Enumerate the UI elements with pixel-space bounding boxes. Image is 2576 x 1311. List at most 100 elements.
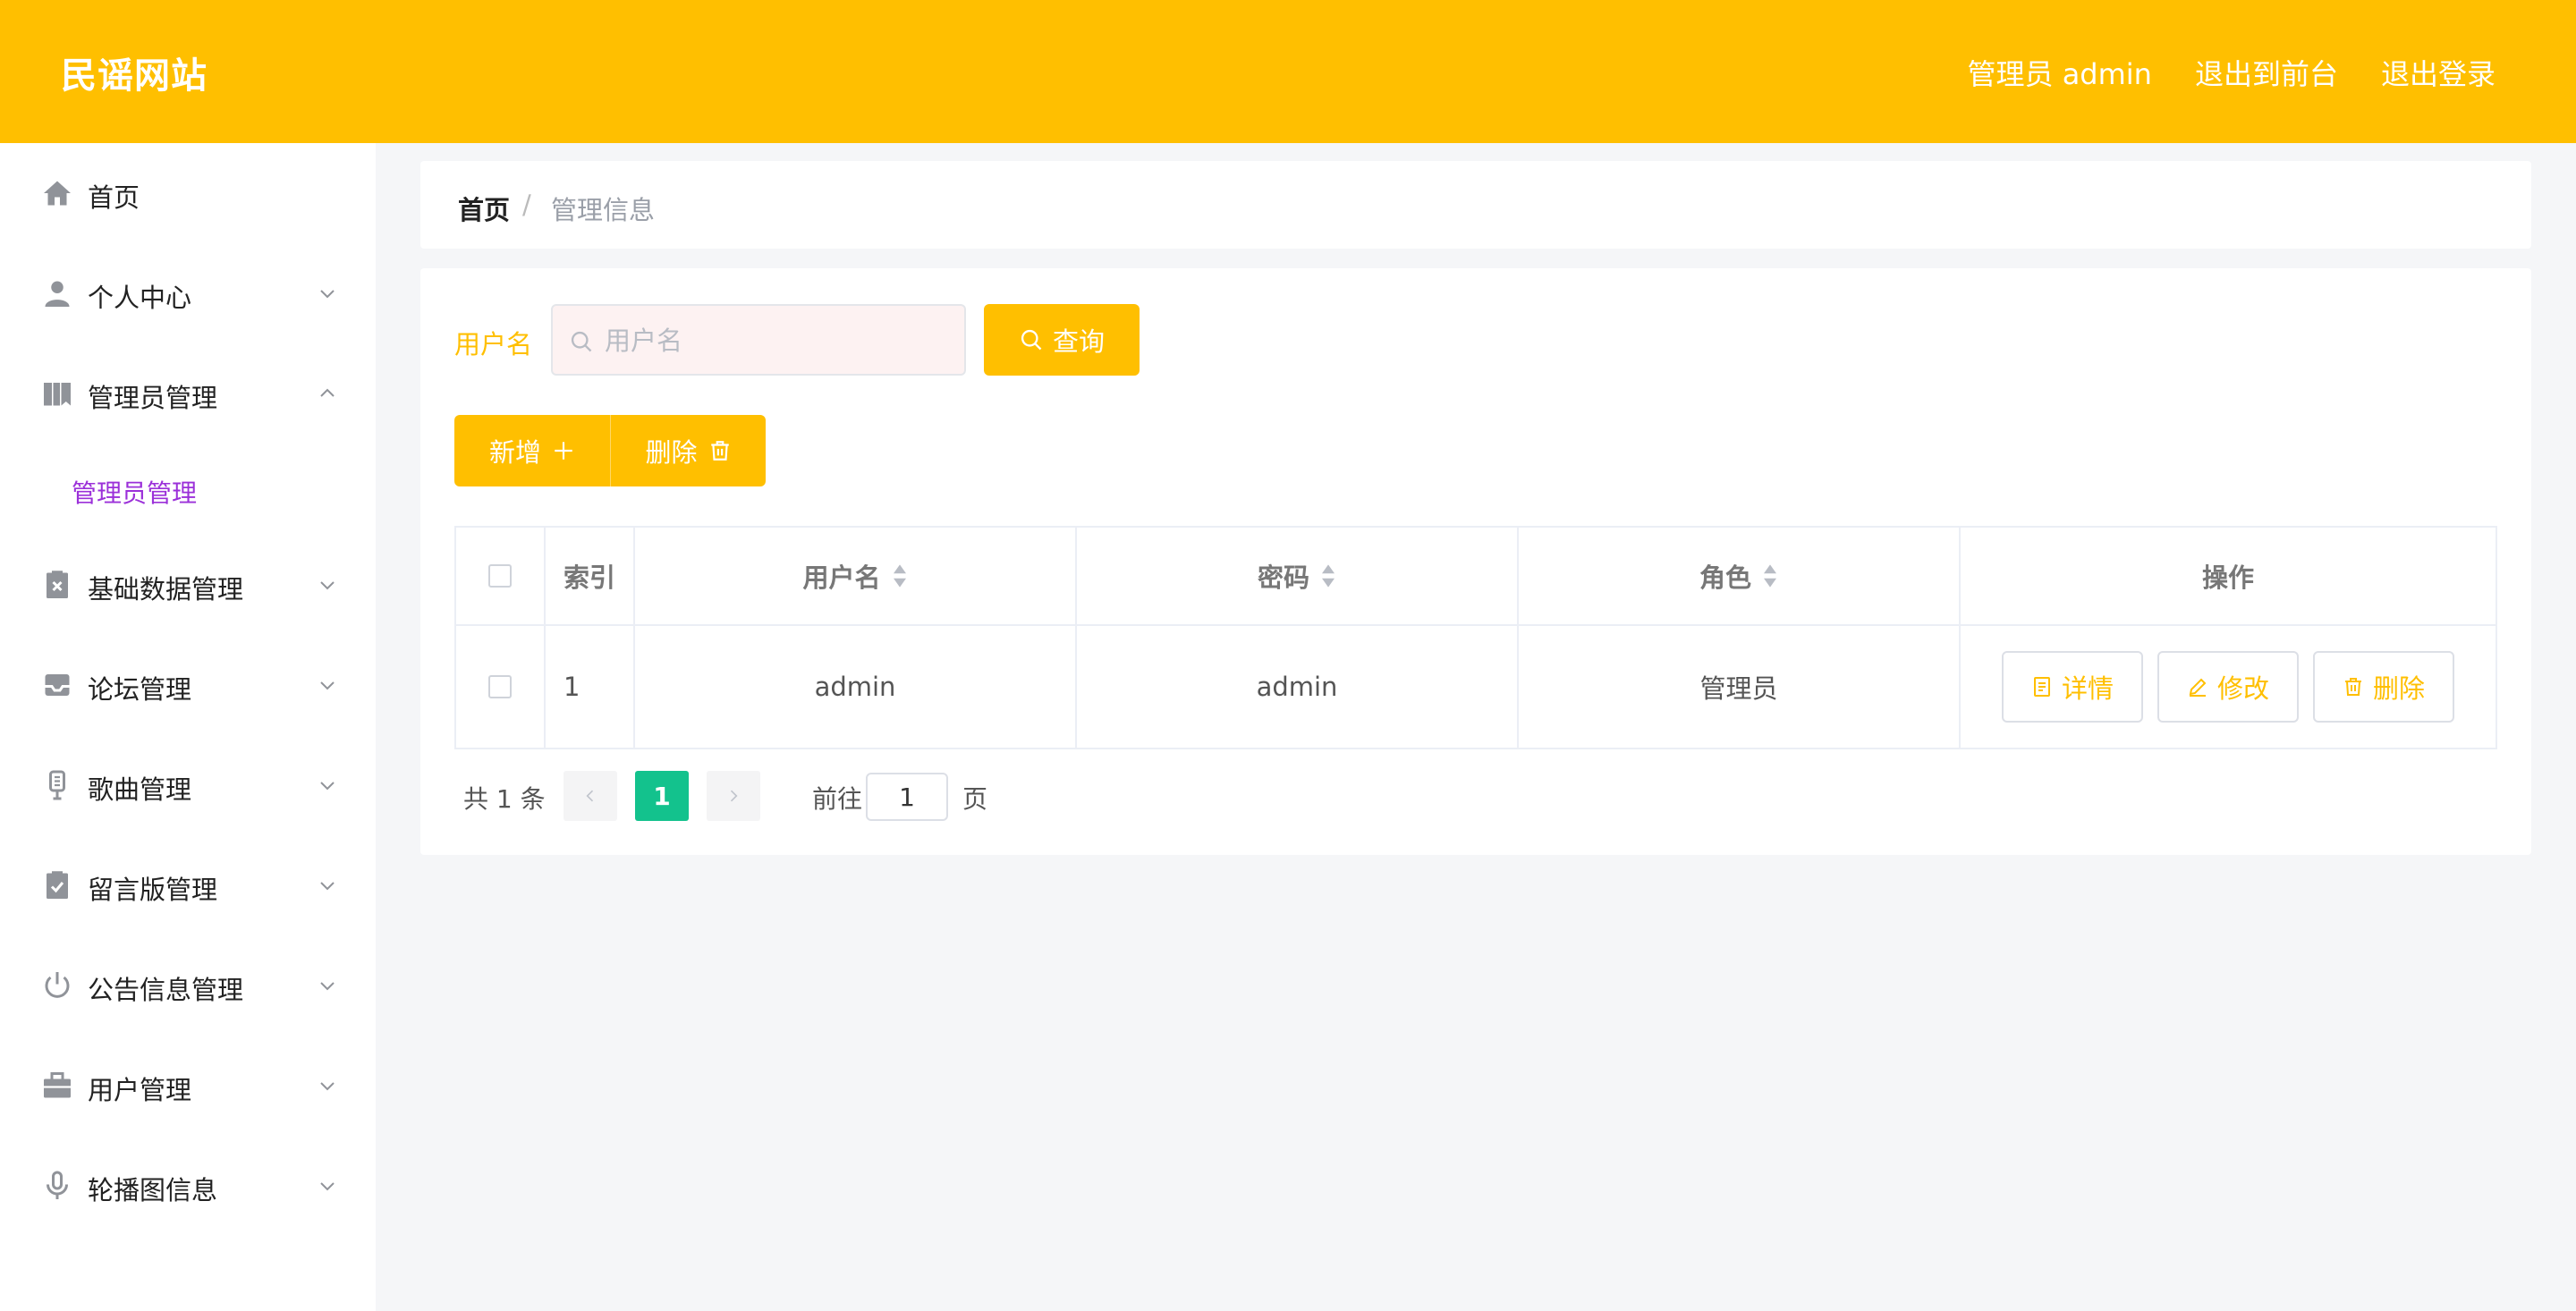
delete-button-label: 删除 — [645, 437, 698, 468]
sidebar-item-guestbook-management[interactable]: 留言版管理 — [0, 850, 376, 921]
chevron-right-icon — [730, 790, 738, 802]
add-button-label: 新增 — [488, 437, 541, 468]
add-button[interactable]: 新增 — [454, 415, 610, 486]
page-number-1[interactable]: 1 — [635, 771, 689, 821]
sidebar-item-label: 轮播图信息 — [88, 1175, 218, 1205]
column-label: 索引 — [564, 562, 616, 593]
sidebar-item-admin-management[interactable]: 管理员管理 — [0, 358, 376, 429]
exit-to-frontend-link[interactable]: 退出到前台 — [2195, 52, 2338, 93]
cell-username: admin — [635, 626, 1077, 748]
inbox-icon — [45, 674, 70, 696]
clipboard-x-icon — [47, 571, 68, 598]
next-page-button[interactable] — [707, 771, 760, 821]
pagination-total: 共 1 条 — [463, 784, 546, 814]
cell-actions: 详情 修改 删除 — [1961, 626, 2496, 748]
sidebar-item-label: 论坛管理 — [88, 674, 192, 705]
chevron-down-icon — [320, 982, 335, 991]
power-icon — [45, 972, 70, 998]
chevron-down-icon — [320, 1182, 335, 1191]
microphone-icon — [47, 1171, 68, 1199]
search-icon — [1021, 329, 1042, 351]
detail-button[interactable]: 详情 — [2002, 651, 2143, 723]
sidebar-item-label: 留言版管理 — [88, 875, 218, 905]
breadcrumb-current: 管理信息 — [551, 195, 656, 225]
header-role[interactable]: 角色 — [1519, 528, 1961, 624]
sort-icon[interactable] — [892, 563, 908, 588]
goto-label: 前往 — [812, 784, 863, 814]
row-delete-button[interactable]: 删除 — [2313, 651, 2454, 723]
logout-link[interactable]: 退出登录 — [2381, 52, 2496, 93]
sidebar: 首页 个人中心 管理员管理 管理员管理 基础数据管理 论坛管理 歌曲管理 留言版… — [0, 143, 376, 1311]
sidebar-item-announcement-management[interactable]: 公告信息管理 — [0, 950, 376, 1021]
chevron-left-icon — [586, 790, 594, 802]
chevron-down-icon — [320, 782, 335, 791]
prev-page-button[interactable] — [564, 771, 617, 821]
cell-role: 管理员 — [1519, 626, 1961, 748]
sidebar-item-label: 用户管理 — [88, 1075, 192, 1105]
admin-user-link[interactable]: 管理员 admin — [1968, 52, 2152, 93]
edit-button-label: 修改 — [2216, 673, 2269, 704]
query-button-label: 查询 — [1052, 326, 1105, 357]
document-icon — [2033, 677, 2050, 697]
book-icon — [44, 383, 71, 406]
header-index: 索引 — [546, 528, 635, 624]
detail-button-label: 详情 — [2061, 673, 2114, 704]
breadcrumb: 首页 / 管理信息 — [420, 161, 2531, 249]
row-action-group: 详情 修改 删除 — [2002, 651, 2454, 723]
plus-icon — [555, 442, 572, 460]
home-icon — [44, 181, 71, 206]
search-label: 用户名 — [454, 329, 533, 359]
sidebar-item-home[interactable]: 首页 — [0, 157, 376, 229]
batch-delete-button[interactable]: 删除 — [610, 415, 766, 486]
table-row: 1 admin admin 管理员 详情 修改 删除 — [456, 626, 2496, 748]
pagination: 共 1 条 1 前往 页 — [463, 771, 1268, 821]
clipboard-check-icon — [47, 871, 68, 899]
breadcrumb-separator: / — [522, 190, 531, 220]
header-select-cell — [456, 528, 546, 624]
chevron-down-icon — [320, 290, 335, 299]
sidebar-item-personal-center[interactable]: 个人中心 — [0, 258, 376, 329]
trash-icon — [710, 441, 729, 461]
column-label: 用户名 — [802, 562, 881, 593]
sidebar-item-user-management[interactable]: 用户管理 — [0, 1050, 376, 1121]
row-delete-button-label: 删除 — [2372, 673, 2425, 704]
breadcrumb-home[interactable]: 首页 — [458, 190, 510, 227]
sidebar-item-label: 公告信息管理 — [88, 975, 244, 1005]
header-username[interactable]: 用户名 — [635, 528, 1077, 624]
chevron-down-icon — [320, 681, 335, 690]
site-title: 民谣网站 — [61, 55, 208, 97]
column-label: 操作 — [2201, 562, 2254, 593]
top-header: 民谣网站 管理员 admin 退出到前台 退出登录 — [0, 0, 2576, 143]
header-links: 管理员 admin 退出到前台 退出登录 — [1968, 52, 2496, 93]
sidebar-item-label: 管理员管理 — [88, 383, 218, 413]
query-button[interactable]: 查询 — [984, 304, 1140, 376]
submenu-item-admin-management[interactable]: 管理员管理 — [0, 458, 376, 520]
sidebar-item-basic-data-management[interactable]: 基础数据管理 — [0, 549, 376, 621]
sort-icon[interactable] — [1762, 563, 1778, 588]
sidebar-item-carousel-info[interactable]: 轮播图信息 — [0, 1150, 376, 1222]
username-search-input[interactable] — [605, 318, 953, 363]
trash-icon — [2344, 678, 2361, 696]
sort-icon[interactable] — [1320, 563, 1336, 588]
sidebar-item-label: 基础数据管理 — [88, 574, 244, 605]
cell-password: admin — [1077, 626, 1519, 748]
sidebar-item-forum-management[interactable]: 论坛管理 — [0, 649, 376, 721]
admin-table: 索引 用户名 密码 角色 操作 1 admin admin 管理员 详情 修改 … — [454, 526, 2497, 749]
edit-button[interactable]: 修改 — [2157, 651, 2299, 723]
search-box[interactable] — [551, 304, 966, 376]
submenu-item-label: 管理员管理 — [72, 478, 198, 508]
search-icon — [571, 331, 592, 352]
briefcase-icon — [44, 1072, 71, 1098]
chevron-up-icon — [320, 388, 335, 397]
chevron-down-icon — [320, 1082, 335, 1091]
row-checkbox[interactable] — [488, 675, 512, 698]
column-label: 角色 — [1699, 562, 1751, 593]
header-actions: 操作 — [1961, 528, 2496, 624]
goto-page-input[interactable] — [866, 773, 948, 821]
header-password[interactable]: 密码 — [1077, 528, 1519, 624]
chevron-down-icon — [320, 581, 335, 590]
cell-index: 1 — [546, 626, 635, 748]
sidebar-item-label: 个人中心 — [88, 283, 192, 313]
sidebar-item-song-management[interactable]: 歌曲管理 — [0, 749, 376, 821]
select-all-checkbox[interactable] — [488, 564, 512, 588]
